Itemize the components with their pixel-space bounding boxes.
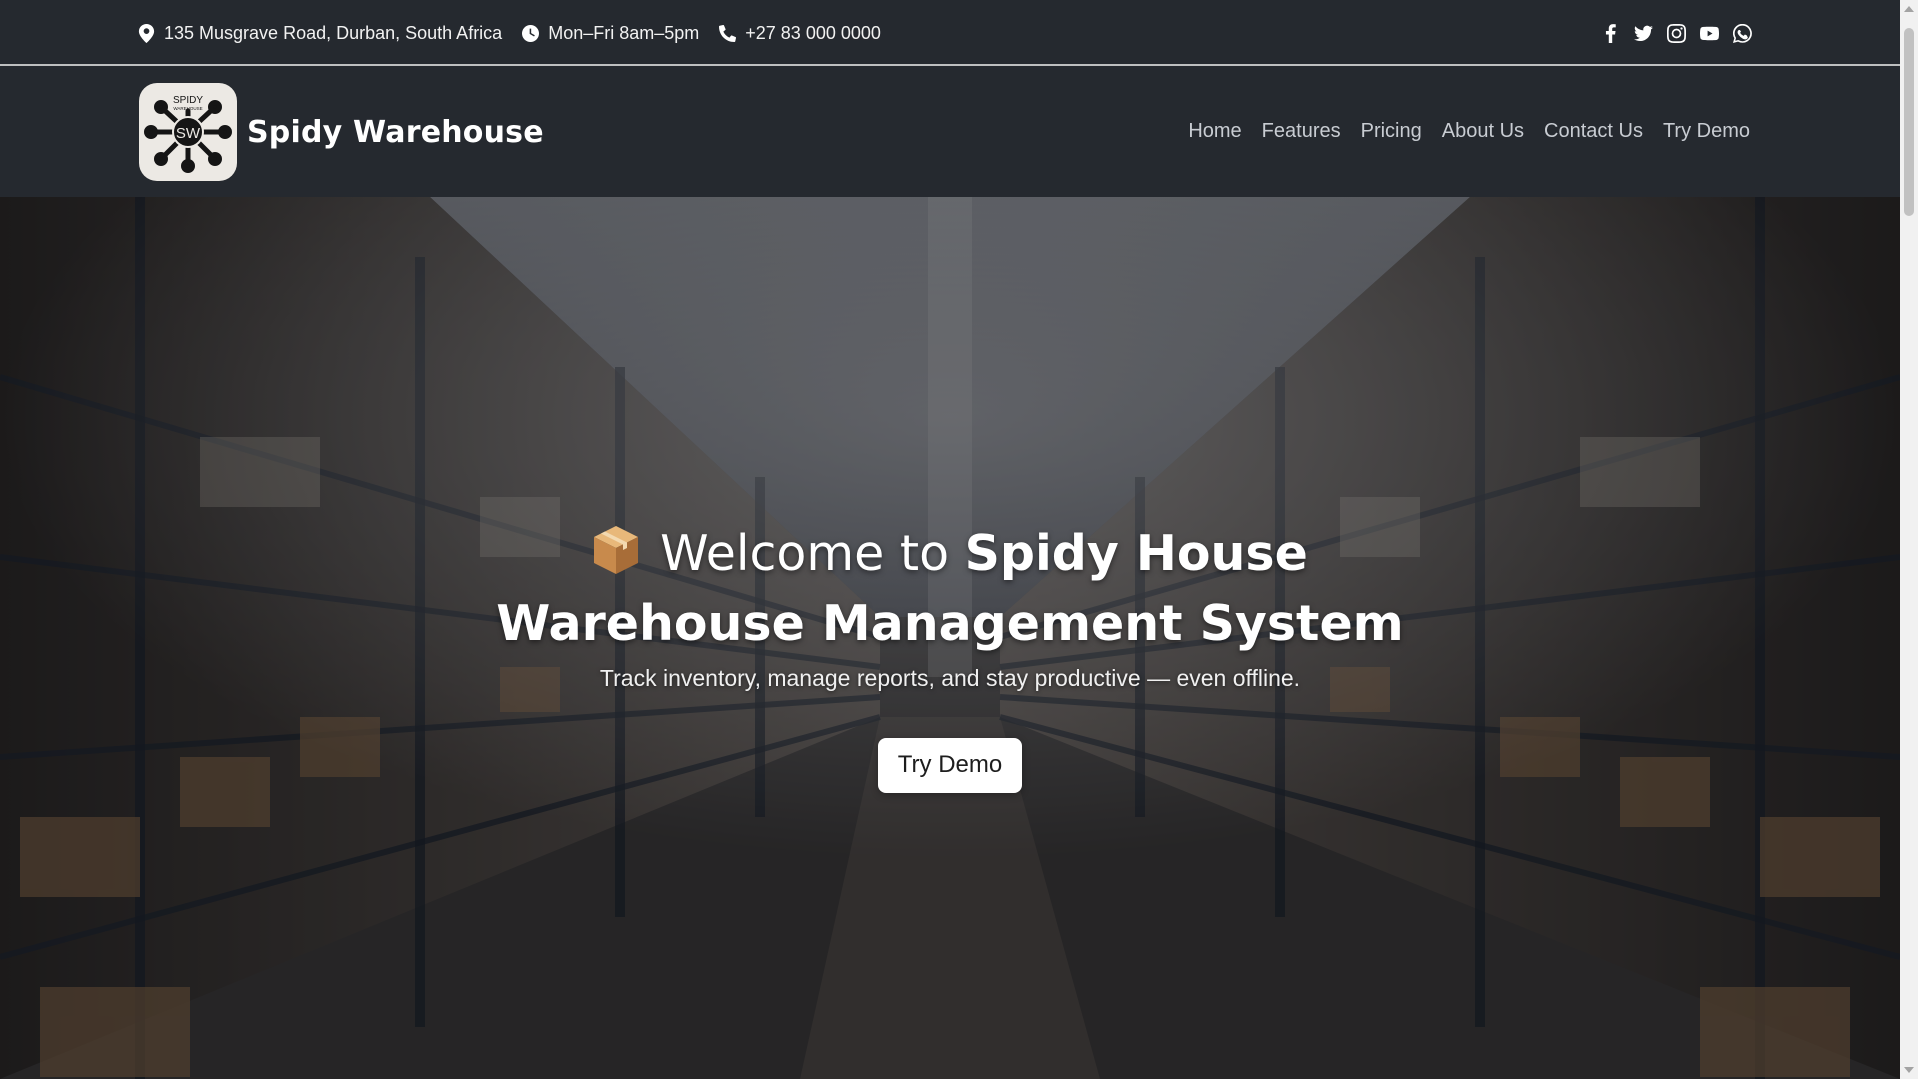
nav-link-pricing[interactable]: Pricing <box>1361 120 1422 143</box>
nav-link-try-demo[interactable]: Try Demo <box>1663 120 1750 143</box>
scrollbar-thumb[interactable] <box>1904 28 1914 216</box>
scroll-down-arrow-icon[interactable] <box>1904 1067 1914 1073</box>
scroll-up-arrow-icon[interactable] <box>1904 6 1914 12</box>
nav-link-contact-us[interactable]: Contact Us <box>1544 120 1643 143</box>
package-icon <box>594 526 639 574</box>
logo-top-text: SPIDY <box>173 95 203 106</box>
hours-text: Mon–Fri 8am–5pm <box>548 22 700 43</box>
nav-link-about-us[interactable]: About Us <box>1442 120 1524 143</box>
top-info-bar: 135 Musgrave Road, Durban, South Africa … <box>0 0 1900 66</box>
nav-link-home[interactable]: Home <box>1188 120 1241 143</box>
hero-title-line2: Warehouse Management System <box>496 595 1404 652</box>
nav-link-features[interactable]: Features <box>1262 120 1341 143</box>
youtube-icon[interactable] <box>1699 23 1719 43</box>
address-item: 135 Musgrave Road, Durban, South Africa <box>138 23 502 44</box>
hero-title-prefix: Welcome to <box>660 525 965 582</box>
instagram-icon[interactable] <box>1666 23 1686 43</box>
phone-icon <box>719 24 737 42</box>
social-links <box>1600 23 1752 43</box>
clock-icon <box>522 24 540 42</box>
map-pin-icon <box>138 23 155 43</box>
navbar: SW SPIDY WAREHOUSE Spidy Warehouse Home … <box>0 66 1900 197</box>
hero-title-highlight: Spidy House <box>964 525 1308 582</box>
page-scrollbar[interactable] <box>1900 0 1918 1079</box>
phone-text: +27 83 000 0000 <box>745 22 881 43</box>
main-nav: Home Features Pricing About Us Contact U… <box>1188 66 1750 197</box>
hero-content: Welcome to Spidy House Warehouse Managem… <box>0 519 1900 793</box>
hours-item: Mon–Fri 8am–5pm <box>522 23 699 44</box>
try-demo-button[interactable]: Try Demo <box>877 738 1023 793</box>
contact-list: 135 Musgrave Road, Durban, South Africa … <box>138 23 881 44</box>
hero-section: Welcome to Spidy House Warehouse Managem… <box>0 197 1900 1079</box>
brand-link[interactable]: SW SPIDY WAREHOUSE Spidy Warehouse <box>139 83 544 181</box>
top-info-bar-inner: 135 Musgrave Road, Durban, South Africa … <box>138 0 1752 66</box>
hero-title: Welcome to Spidy House Warehouse Managem… <box>0 519 1900 659</box>
logo-sub-text: WAREHOUSE <box>173 106 202 111</box>
page: 135 Musgrave Road, Durban, South Africa … <box>0 0 1900 1079</box>
spider-logo-icon: SW SPIDY WAREHOUSE <box>144 95 232 173</box>
logo-initials: SW <box>176 125 201 142</box>
hero-subtitle: Track inventory, manage reports, and sta… <box>599 665 1301 691</box>
brand-name: Spidy Warehouse <box>247 114 544 150</box>
facebook-icon[interactable] <box>1600 23 1620 43</box>
phone-item: +27 83 000 0000 <box>719 23 881 44</box>
address-text: 135 Musgrave Road, Durban, South Africa <box>164 22 503 43</box>
whatsapp-icon[interactable] <box>1732 23 1752 43</box>
brand-logo: SW SPIDY WAREHOUSE <box>139 83 237 181</box>
twitter-icon[interactable] <box>1633 23 1653 43</box>
